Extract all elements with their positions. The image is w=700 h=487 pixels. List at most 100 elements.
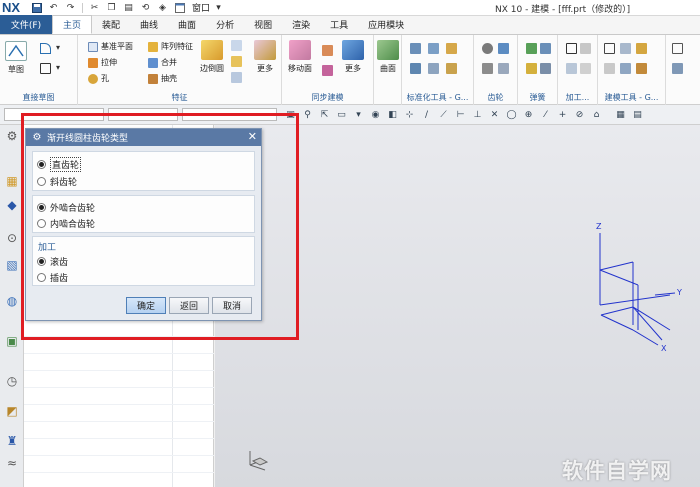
history-icon[interactable]: ▣ — [4, 333, 20, 349]
list-item[interactable] — [24, 422, 214, 439]
tab-assembly[interactable]: 装配 — [92, 15, 130, 34]
tab-render[interactable]: 渲染 — [282, 15, 320, 34]
chevron-down-icon[interactable]: ▾ — [56, 63, 67, 74]
line-snap-icon[interactable]: ⟋ — [438, 109, 449, 120]
build-tool-icon[interactable] — [604, 63, 615, 74]
build-tool-icon[interactable] — [604, 43, 615, 54]
paste-icon[interactable]: ▤ — [123, 2, 134, 13]
part-navigator-icon[interactable]: ▦ — [4, 173, 20, 189]
constraint-navigator-icon[interactable]: ⊙ — [4, 230, 20, 246]
roles-icon[interactable]: ≈ — [4, 455, 20, 471]
std-tool-icon[interactable] — [410, 63, 421, 74]
reuse-library-icon[interactable]: ▧ — [4, 257, 20, 273]
system-materials-icon[interactable]: ◩ — [4, 403, 20, 419]
tab-tools[interactable]: 工具 — [320, 15, 358, 34]
std-tool-icon[interactable] — [446, 43, 457, 54]
sketch-button[interactable]: 草图 — [5, 41, 27, 75]
feature-tool-icon[interactable] — [231, 40, 242, 51]
touch-mode-icon[interactable]: ◈ — [157, 2, 168, 13]
select-filter-icon[interactable]: ⇱ — [319, 109, 330, 120]
std-tool-icon[interactable] — [446, 63, 457, 74]
tab-view[interactable]: 视图 — [244, 15, 282, 34]
surface-button[interactable]: 曲面 — [377, 40, 399, 74]
view-icon[interactable]: ▦ — [615, 109, 626, 120]
undo-icon[interactable]: ↶ — [48, 2, 59, 13]
move-face-button[interactable]: 移动面 — [288, 40, 312, 74]
extrude-button[interactable]: 拉伸 — [88, 56, 117, 69]
tab-applications[interactable]: 应用模块 — [358, 15, 414, 34]
combine-button[interactable]: 合并 — [148, 56, 177, 69]
spring-tool-icon[interactable] — [540, 63, 551, 74]
extra-tool-icon[interactable] — [672, 63, 683, 74]
datum-plane-button[interactable]: 基准平面 — [88, 40, 133, 53]
quadrant-icon[interactable]: ⊕ — [523, 109, 534, 120]
array-feature-button[interactable]: 阵列特征 — [148, 40, 193, 53]
sync-tool-icon[interactable] — [322, 65, 333, 76]
assembly-navigator-icon[interactable]: ◆ — [4, 197, 20, 213]
build-tool-icon[interactable] — [620, 63, 631, 74]
rectangle-icon[interactable] — [40, 63, 51, 74]
chevron-down-icon[interactable]: ▾ — [56, 43, 67, 54]
feature-more-button[interactable]: 更多 — [254, 40, 276, 74]
box-select-icon[interactable]: ▭ — [336, 109, 347, 120]
window-icon[interactable] — [174, 2, 185, 13]
save-icon[interactable] — [31, 2, 42, 13]
gear-icon[interactable] — [482, 43, 493, 54]
tangent-icon[interactable]: ⊘ — [574, 109, 585, 120]
tab-surface[interactable]: 曲面 — [168, 15, 206, 34]
feature-tool-icon[interactable] — [231, 72, 242, 83]
cube-view-icon[interactable]: ◧ — [387, 109, 398, 120]
window-menu[interactable]: 窗口 — [192, 1, 210, 14]
gear-tool-icon[interactable] — [498, 63, 509, 74]
copy-icon[interactable]: ❐ — [106, 2, 117, 13]
machining-tool-icon[interactable] — [566, 63, 577, 74]
machining-tool-icon[interactable] — [580, 43, 591, 54]
sync-more-button[interactable]: 更多 — [342, 40, 364, 74]
repeat-command-icon[interactable]: ⟲ — [140, 2, 151, 13]
std-tool-icon[interactable] — [428, 63, 439, 74]
build-tool-icon[interactable] — [636, 43, 647, 54]
endpoint-icon[interactable]: ⊢ — [455, 109, 466, 120]
redo-icon[interactable]: ↷ — [65, 2, 76, 13]
hole-button[interactable]: 孔 — [88, 72, 109, 85]
layer-icon[interactable]: ▤ — [632, 109, 643, 120]
chevron-down-icon[interactable]: ▾ — [353, 109, 364, 120]
build-tool-icon[interactable] — [620, 43, 631, 54]
list-item[interactable] — [24, 354, 214, 371]
settings-icon[interactable]: ⚙ — [4, 128, 20, 144]
cut-icon[interactable]: ✂ — [89, 2, 100, 13]
process-studio-icon[interactable]: ♜ — [4, 433, 20, 449]
spring-icon[interactable] — [526, 43, 537, 54]
list-item[interactable] — [24, 456, 214, 473]
snap-icon[interactable]: ⚲ — [302, 109, 313, 120]
gear-tool-icon[interactable] — [498, 43, 509, 54]
chevron-down-icon[interactable]: ▾ — [213, 2, 224, 13]
tab-curve[interactable]: 曲线 — [130, 15, 168, 34]
file-menu[interactable]: 文件(F) — [0, 15, 52, 34]
build-tool-icon[interactable] — [636, 63, 647, 74]
machining-tool-icon[interactable] — [580, 63, 591, 74]
midpoint-icon[interactable]: ⊥ — [472, 109, 483, 120]
tab-home[interactable]: 主页 — [52, 15, 93, 34]
tab-analysis[interactable]: 分析 — [206, 15, 244, 34]
render-style-icon[interactable]: ◉ — [370, 109, 381, 120]
edge-blend-button[interactable]: 边倒圆 — [200, 40, 224, 74]
spring-tool-icon[interactable] — [526, 63, 537, 74]
std-tool-icon[interactable] — [428, 43, 439, 54]
clock-icon[interactable]: ◷ — [4, 373, 20, 389]
arc-center-icon[interactable]: ◯ — [506, 109, 517, 120]
sync-tool-icon[interactable] — [322, 45, 333, 56]
point-icon[interactable]: ⊹ — [404, 109, 415, 120]
list-item[interactable] — [24, 371, 214, 388]
list-item[interactable] — [24, 405, 214, 422]
feature-tool-icon[interactable] — [231, 56, 242, 67]
surface-point-icon[interactable]: ⌂ — [591, 109, 602, 120]
shell-button[interactable]: 抽壳 — [148, 72, 177, 85]
existing-point-icon[interactable]: + — [557, 109, 568, 120]
list-item[interactable] — [24, 388, 214, 405]
spring-tool-icon[interactable] — [540, 43, 551, 54]
extra-tool-icon[interactable] — [672, 43, 683, 54]
curve-icon[interactable] — [40, 43, 51, 54]
web-browser-icon[interactable]: ◍ — [4, 293, 20, 309]
list-item[interactable] — [24, 439, 214, 456]
